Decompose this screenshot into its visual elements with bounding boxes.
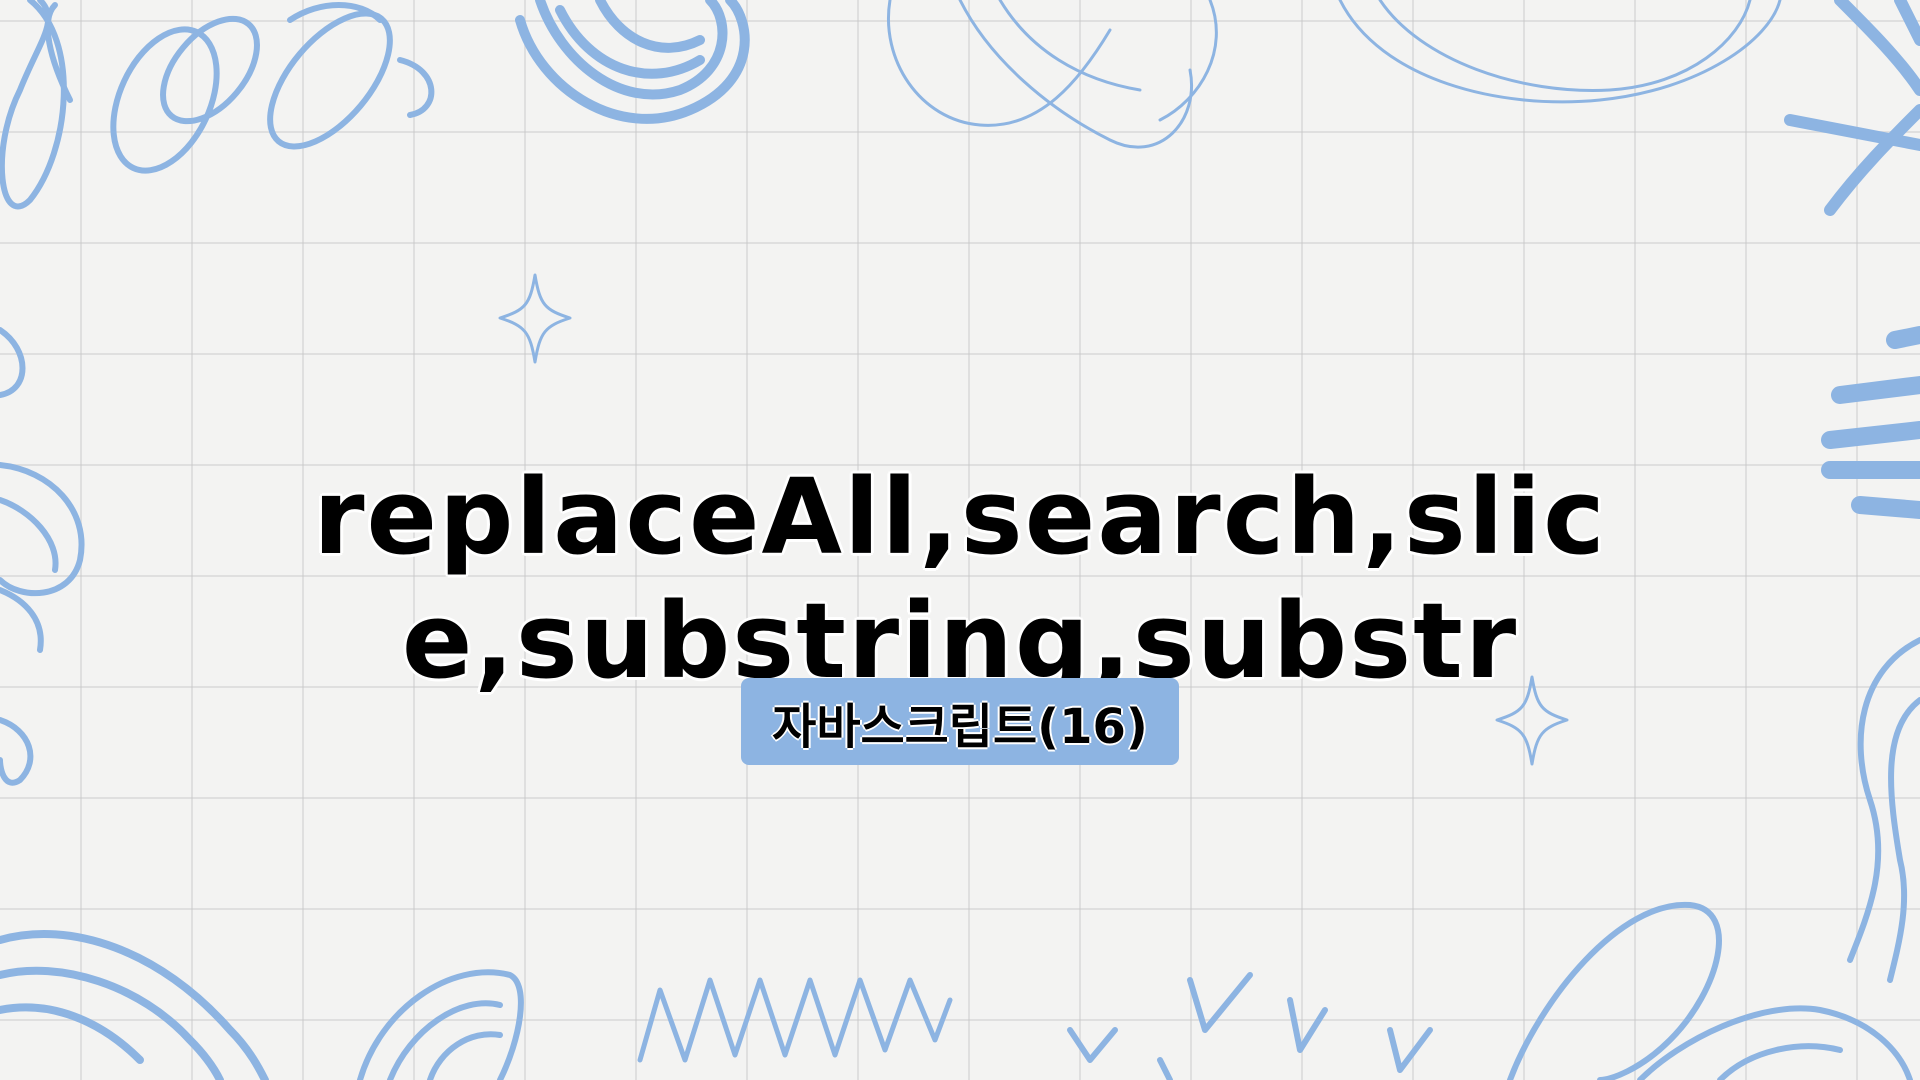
brush-strokes-top-right — [1784, 0, 1920, 216]
scribble-arcs-bottom-left — [0, 930, 269, 1080]
scribble-ball — [515, 0, 750, 124]
series-tag-label: 자바스크립트(16) — [772, 698, 1148, 755]
slide-title-line-1: replaceAll,search,slic — [313, 455, 1607, 578]
scribble-loops-top-left — [0, 0, 435, 210]
scribble-ball-bottom — [357, 969, 524, 1080]
scribble-loops-top — [887, 0, 1782, 149]
check-marks — [1067, 972, 1433, 1080]
scribble-loops-bottom-right — [1507, 901, 1913, 1080]
series-tag: 자바스크립트(16) — [741, 678, 1179, 765]
zigzag — [637, 977, 953, 1063]
slide-title: replaceAll,search,slic e,substring,subst… — [0, 455, 1920, 703]
sparkle-icon — [498, 273, 572, 364]
